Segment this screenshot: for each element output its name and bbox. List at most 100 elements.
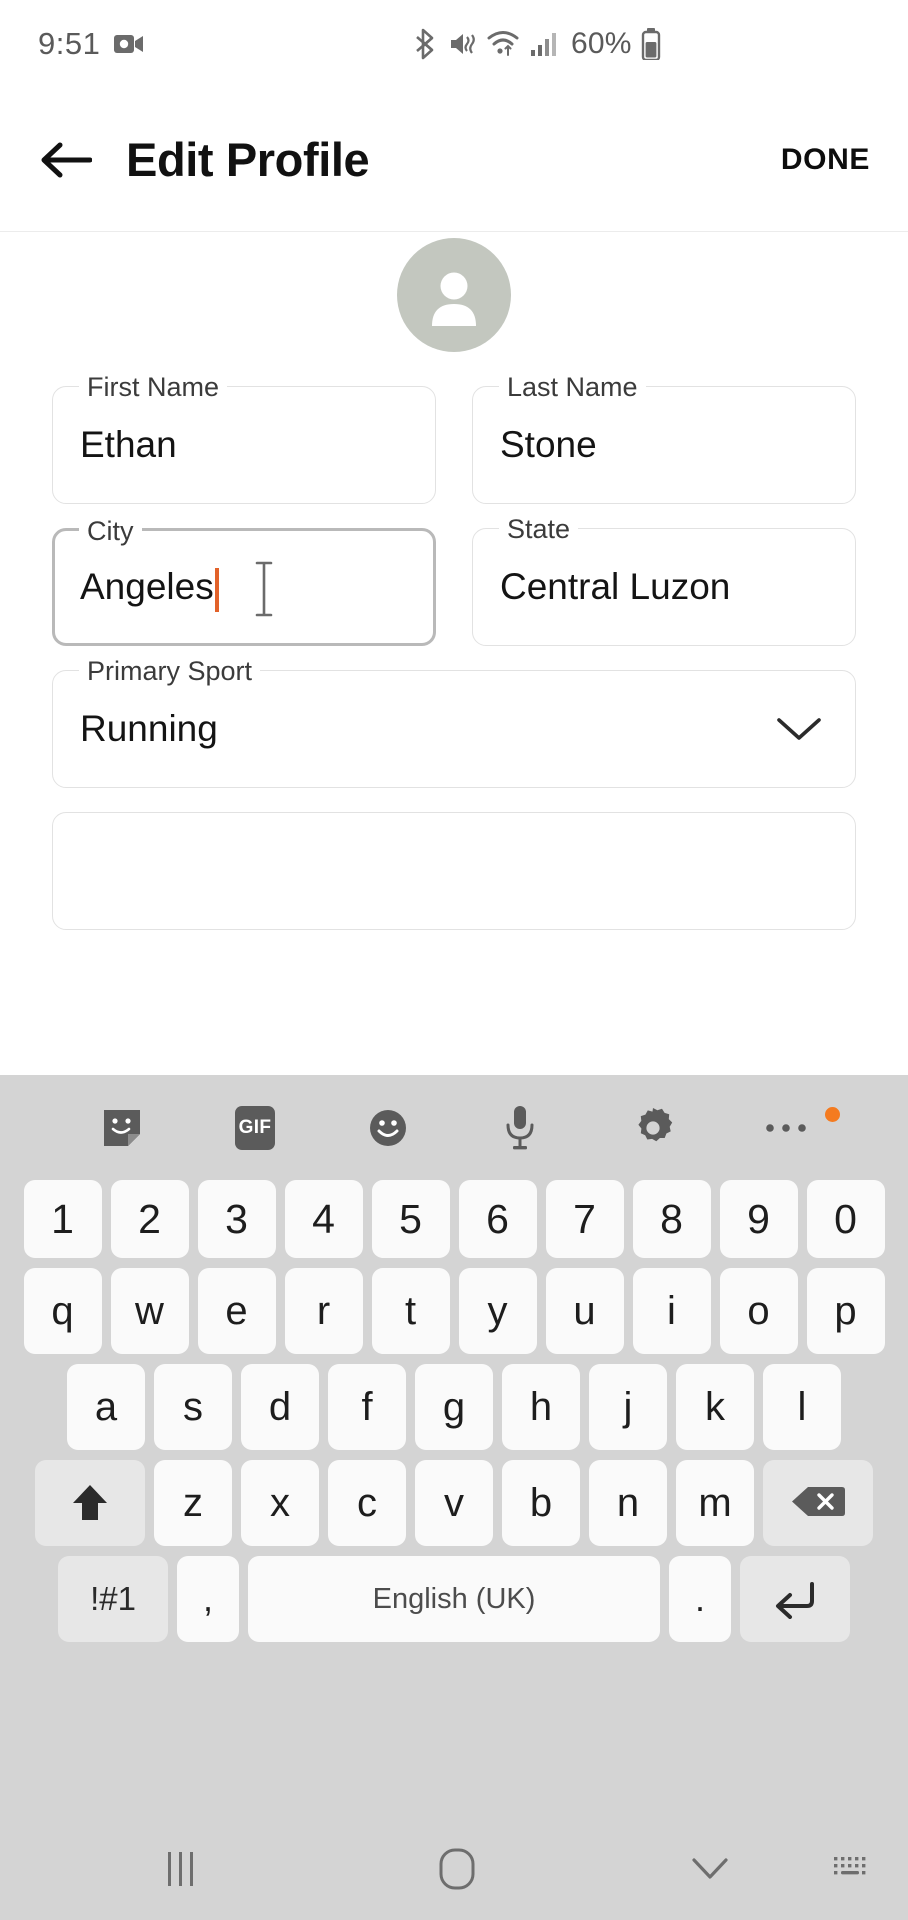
key-u[interactable]: u <box>545 1268 624 1354</box>
first-name-field[interactable]: First Name Ethan <box>52 373 436 504</box>
key-7[interactable]: 7 <box>545 1180 624 1258</box>
wifi-icon <box>487 29 521 59</box>
battery-percent: 60% <box>571 27 632 60</box>
gif-icon[interactable]: GIF <box>189 1105 322 1150</box>
form-row-name: First Name Ethan Last Name Stone <box>52 373 856 504</box>
first-name-label: First Name <box>79 373 228 401</box>
city-field[interactable]: City Angeles <box>52 517 436 646</box>
home-icon[interactable] <box>438 1847 476 1891</box>
keyboard-row-space: !#1 , English (UK) . <box>8 1556 900 1642</box>
key-h[interactable]: h <box>502 1364 580 1450</box>
hide-keyboard-chevron-down-icon[interactable] <box>690 1856 730 1882</box>
key-8[interactable]: 8 <box>632 1180 711 1258</box>
first-name-value: Ethan <box>80 424 177 465</box>
on-screen-keyboard: GIF 1 2 3 4 5 6 7 8 9 0 q w e r t y u i … <box>0 1075 908 1817</box>
keyboard-rows: 1 2 3 4 5 6 7 8 9 0 q w e r t y u i o p … <box>0 1180 908 1642</box>
key-e[interactable]: e <box>197 1268 276 1354</box>
key-n[interactable]: n <box>589 1460 667 1546</box>
avatar[interactable] <box>397 238 511 352</box>
key-i[interactable]: i <box>632 1268 711 1354</box>
person-placeholder-icon <box>419 260 489 330</box>
form-row-location: City Angeles State Central Luzon <box>52 515 856 646</box>
key-v[interactable]: v <box>415 1460 493 1546</box>
primary-sport-label: Primary Sport <box>79 657 261 685</box>
last-name-label: Last Name <box>499 373 646 401</box>
primary-sport-value: Running <box>80 708 218 749</box>
key-0[interactable]: 0 <box>806 1180 885 1258</box>
key-d[interactable]: d <box>241 1364 319 1450</box>
key-t[interactable]: t <box>371 1268 450 1354</box>
period-key[interactable]: . <box>669 1556 731 1642</box>
key-a[interactable]: a <box>67 1364 145 1450</box>
key-c[interactable]: c <box>328 1460 406 1546</box>
back-button[interactable] <box>34 128 98 192</box>
notification-badge <box>825 1106 841 1122</box>
sticker-icon[interactable] <box>56 1105 189 1151</box>
arrow-left-icon <box>40 140 92 180</box>
key-x[interactable]: x <box>241 1460 319 1546</box>
key-1[interactable]: 1 <box>23 1180 102 1258</box>
recents-icon[interactable] <box>168 1851 193 1886</box>
last-name-value: Stone <box>500 424 597 465</box>
form-row-next <box>52 812 856 930</box>
status-bar-left: 9:51 <box>38 26 144 62</box>
key-m[interactable]: m <box>676 1460 754 1546</box>
key-5[interactable]: 5 <box>371 1180 450 1258</box>
bluetooth-icon <box>415 28 439 60</box>
state-field[interactable]: State Central Luzon <box>472 515 856 646</box>
chevron-down-icon[interactable] <box>775 714 823 744</box>
primary-sport-field[interactable]: Primary Sport Running <box>52 657 856 788</box>
keyboard-switch-icon[interactable] <box>832 1854 870 1884</box>
key-w[interactable]: w <box>110 1268 189 1354</box>
enter-key[interactable] <box>740 1556 850 1642</box>
shift-key[interactable] <box>35 1460 145 1546</box>
keyboard-row-home: a s d f g h j k l <box>8 1364 900 1450</box>
text-caret <box>214 568 219 612</box>
keyboard-row-bottom-letters: z x c v b n m <box>8 1460 900 1546</box>
key-j[interactable]: j <box>589 1364 667 1450</box>
done-button[interactable]: DONE <box>781 143 870 177</box>
key-r[interactable]: r <box>284 1268 363 1354</box>
space-key[interactable]: English (UK) <box>248 1556 660 1642</box>
comma-key[interactable]: , <box>177 1556 239 1642</box>
state-label: State <box>499 515 579 543</box>
status-time: 9:51 <box>38 26 101 61</box>
backspace-key[interactable] <box>763 1460 873 1546</box>
form-row-sport: Primary Sport Running <box>52 657 856 788</box>
phone-screen: 9:51 60% Edit Profile DONE First Name Et… <box>0 0 908 1920</box>
mute-vibrate-icon <box>448 29 478 59</box>
key-f[interactable]: f <box>328 1364 406 1450</box>
more-options-icon[interactable] <box>719 1106 852 1135</box>
emoji-icon[interactable] <box>321 1106 454 1150</box>
key-3[interactable]: 3 <box>197 1180 276 1258</box>
next-field-partial[interactable] <box>52 812 856 930</box>
ibeam-mouse-cursor <box>253 561 275 617</box>
key-k[interactable]: k <box>676 1364 754 1450</box>
key-y[interactable]: y <box>458 1268 537 1354</box>
key-6[interactable]: 6 <box>458 1180 537 1258</box>
key-l[interactable]: l <box>763 1364 841 1450</box>
symbols-key[interactable]: !#1 <box>58 1556 168 1642</box>
keyboard-toolbar: GIF <box>0 1075 908 1180</box>
video-camera-icon <box>114 33 144 55</box>
keyboard-row-qwerty: q w e r t y u i o p <box>8 1268 900 1354</box>
status-bar-right: 60% <box>415 27 661 61</box>
key-g[interactable]: g <box>415 1364 493 1450</box>
key-4[interactable]: 4 <box>284 1180 363 1258</box>
microphone-icon[interactable] <box>454 1104 587 1152</box>
key-b[interactable]: b <box>502 1460 580 1546</box>
key-2[interactable]: 2 <box>110 1180 189 1258</box>
key-q[interactable]: q <box>23 1268 102 1354</box>
gear-icon[interactable] <box>587 1105 720 1151</box>
key-o[interactable]: o <box>719 1268 798 1354</box>
last-name-field[interactable]: Last Name Stone <box>472 373 856 504</box>
key-p[interactable]: p <box>806 1268 885 1354</box>
system-navigation-bar <box>0 1817 908 1920</box>
key-9[interactable]: 9 <box>719 1180 798 1258</box>
state-value: Central Luzon <box>500 566 731 607</box>
key-z[interactable]: z <box>154 1460 232 1546</box>
gif-label: GIF <box>235 1105 275 1150</box>
keyboard-row-numbers: 1 2 3 4 5 6 7 8 9 0 <box>8 1180 900 1258</box>
key-s[interactable]: s <box>154 1364 232 1450</box>
avatar-container <box>0 238 908 352</box>
